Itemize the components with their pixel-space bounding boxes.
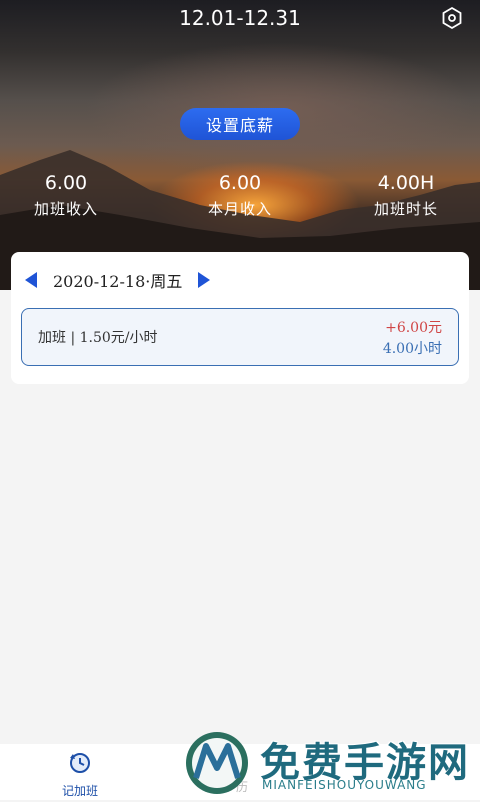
tab-record-overtime[interactable]: 记加班 (48, 750, 112, 799)
overtime-income-value: 6.00 (44, 172, 88, 194)
clock-refresh-icon (70, 753, 90, 773)
monthly-income-stat: 6.00 本月收入 (180, 172, 300, 219)
settings-icon[interactable] (440, 6, 464, 30)
monthly-income-value: 6.00 (218, 172, 262, 194)
entry-amount: +6.00元 (385, 320, 442, 336)
date-navigator: 2020-12-18·周五 (23, 268, 212, 292)
day-record-card: 2020-12-18·周五 加班 | 1.50元/小时 +6.00元 4.00小… (11, 252, 469, 384)
tab-record-overtime-label: 记加班 (61, 784, 98, 798)
mountain-silhouette (0, 150, 480, 290)
next-day-icon[interactable] (196, 271, 212, 289)
entry-description: 加班 | 1.50元/小时 (38, 330, 158, 346)
set-base-salary-button[interactable]: 设置底薪 (180, 108, 300, 140)
monthly-income-label: 本月收入 (207, 200, 272, 218)
overtime-hours-stat: 4.00H 加班时长 (346, 172, 466, 219)
current-date: 2020-12-18·周五 (53, 272, 183, 291)
header-background (0, 0, 480, 290)
overtime-income-label: 加班收入 (33, 200, 98, 218)
watermark-logo-icon (186, 732, 248, 794)
overtime-entry[interactable]: 加班 | 1.50元/小时 +6.00元 4.00小时 (21, 308, 459, 366)
watermark-subtitle: MIANFEISHOUYOUWANG (262, 778, 427, 792)
previous-day-icon[interactable] (23, 271, 39, 289)
overtime-hours-label: 加班时长 (373, 200, 438, 218)
overtime-hours-value: 4.00H (377, 172, 435, 194)
overtime-income-stat: 6.00 加班收入 (6, 172, 126, 219)
period-range: 12.01-12.31 (179, 6, 301, 30)
watermark: 免费手游网 MIANFEISHOUYOUWANG (182, 728, 472, 798)
entry-hours: 4.00小时 (382, 341, 442, 357)
